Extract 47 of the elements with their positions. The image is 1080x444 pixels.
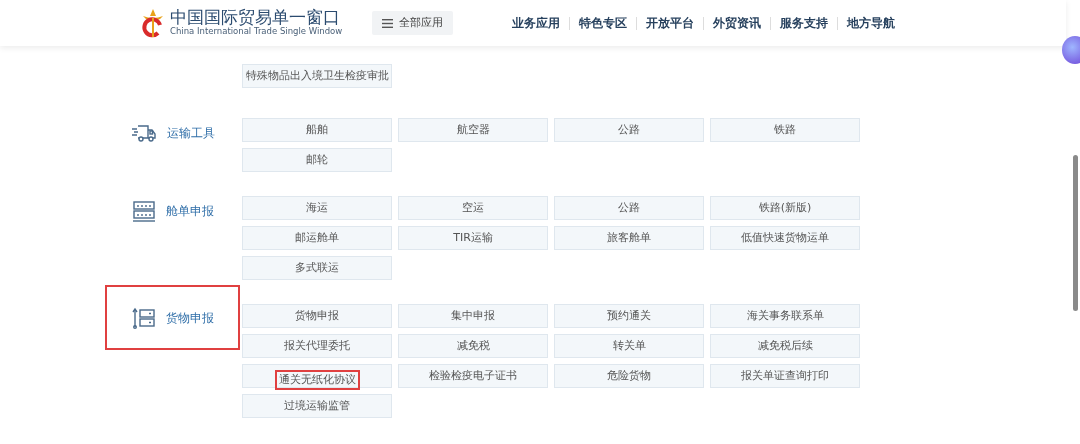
service-button[interactable]: 货物申报	[242, 304, 392, 328]
service-button[interactable]: 邮轮	[242, 148, 392, 172]
service-button[interactable]: 集中申报	[398, 304, 548, 328]
service-button[interactable]: 公路	[554, 196, 704, 220]
service-button[interactable]: 减免税后续	[710, 334, 860, 358]
category-label: 舱单申报	[165, 203, 214, 220]
highlight-frame: 通关无纸化协议	[274, 369, 360, 391]
service-button[interactable]: 报关代理委托	[242, 334, 392, 358]
server-rack-icon	[131, 200, 156, 222]
service-button[interactable]: 邮运舱单	[242, 226, 392, 250]
service-button[interactable]: 铁路	[710, 118, 860, 142]
service-button[interactable]: 预约通关	[554, 304, 704, 328]
nav-link[interactable]: 地方导航	[837, 16, 905, 30]
site-title: 中国国际贸易单一窗口	[170, 9, 340, 27]
service-button[interactable]: 报关单证查询打印	[710, 364, 860, 388]
service-button[interactable]: TIR运输	[398, 226, 548, 250]
nav-link[interactable]: 特色专区	[569, 16, 637, 30]
service-button[interactable]: 航空器	[398, 118, 548, 142]
site-subtitle: China International Trade Single Window	[170, 26, 343, 37]
service-button[interactable]: 低值快速货物运单	[710, 226, 860, 250]
category-label: 货物申报	[165, 309, 214, 327]
truck-icon	[130, 123, 157, 143]
nav-link[interactable]: 业务应用	[503, 16, 570, 30]
service-button[interactable]: 空运	[398, 196, 548, 220]
service-button[interactable]: 减免税	[398, 334, 548, 358]
nav-link[interactable]: 开放平台	[636, 16, 704, 30]
menu-icon	[382, 18, 394, 28]
service-button[interactable]: 铁路(新版)	[710, 196, 860, 220]
service-button[interactable]: 过境运输监管	[242, 394, 392, 418]
service-button[interactable]: 海关事务联系单	[710, 304, 860, 328]
service-button[interactable]: 转关单	[554, 334, 704, 358]
category-label: 运输工具	[166, 125, 215, 142]
service-button[interactable]: 海运	[242, 196, 392, 220]
nav-link[interactable]: 外贸资讯	[703, 16, 771, 30]
service-button[interactable]: 公路	[554, 118, 704, 142]
service-button[interactable]: 船舶	[242, 118, 392, 142]
service-button[interactable]: 危险货物	[554, 364, 704, 388]
service-button[interactable]: 多式联运	[242, 256, 392, 280]
logo-icon	[140, 8, 166, 38]
all-apps-button[interactable]: 全部应用	[372, 10, 454, 36]
scrollbar-thumb[interactable]	[1073, 155, 1078, 311]
service-button[interactable]: 通关无纸化协议	[242, 364, 392, 388]
service-button[interactable]: 检验检疫电子证书	[398, 364, 548, 388]
nav-link[interactable]: 服务支持	[770, 16, 838, 30]
service-button[interactable]: 特殊物品出入境卫生检疫审批	[242, 64, 392, 88]
cargo-list-icon	[131, 305, 156, 330]
service-button[interactable]: 旅客舱单	[554, 226, 704, 250]
